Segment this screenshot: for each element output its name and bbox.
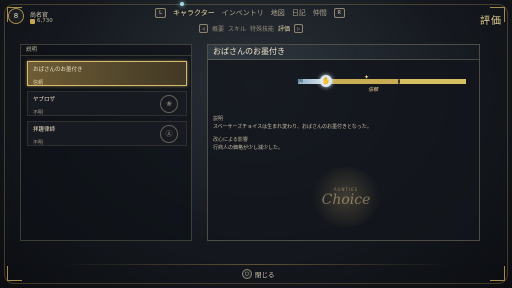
close-label: 閉じる — [255, 271, 275, 279]
hand-marker-icon: ✋ — [320, 75, 332, 87]
l-button-icon[interactable]: L — [155, 8, 166, 18]
reputation-list-panel: 説明 おばさんのお墨付き 信頼 ヤブロザ 不明 ❀ 拝趣律師 不明 Ⓐ — [20, 44, 192, 241]
description-block: 説明 スベーサーズチョイスは生まれ変わり、おばさんのお墨付きとなった。 改心によ… — [213, 115, 473, 151]
item-title: 拝趣律師 — [33, 127, 56, 133]
desc-label: 説明 — [213, 116, 224, 122]
sparkle-icon: ✦ — [364, 74, 370, 81]
tab-character[interactable]: キャラクター — [173, 8, 215, 18]
divider — [60, 264, 452, 265]
gold-amount: 6,730 — [37, 18, 53, 24]
item-status: 不明 — [33, 110, 44, 116]
subtab-special[interactable]: 特殊技能 — [250, 24, 274, 33]
page-title: 評価 — [480, 16, 502, 27]
effect-label: 改心による影響 — [213, 137, 248, 143]
corner-ornament — [490, 266, 505, 281]
list-item[interactable]: ヤブロザ 不明 ❀ — [27, 91, 187, 116]
top-tab-bar: L キャラクター インベントリ 地図 日記 仲間 R — [155, 7, 345, 19]
desc-text: スベーサーズチョイスは生まれ変わり、おばさんのお墨付きとなった。 — [213, 124, 372, 130]
item-title: おばさんのお墨付き — [33, 67, 83, 73]
trust-segment-mid — [328, 79, 398, 84]
notification-dot-icon — [180, 2, 184, 6]
player-level-badge: 8 — [8, 8, 24, 24]
sub-tab-bar: ◁ 概要 スキル 特殊技能 評価 ▷ — [199, 24, 304, 33]
tab-companions[interactable]: 仲間 — [313, 8, 327, 18]
player-gold: 6,730 — [30, 18, 53, 24]
sub-next-icon[interactable]: ▷ — [294, 24, 304, 33]
item-status: 不明 — [33, 140, 44, 146]
tab-journal[interactable]: 日記 — [292, 8, 306, 18]
item-status: 信頼 — [33, 80, 44, 86]
list-item[interactable]: おばさんのお墨付き 信頼 — [27, 61, 187, 86]
watermark-big: Choice — [321, 191, 371, 208]
tab-inventory[interactable]: インベントリ — [222, 8, 264, 18]
tab-map[interactable]: 地図 — [271, 8, 285, 18]
trust-left-label: 無知 — [295, 78, 303, 83]
close-button[interactable]: ○ 閉じる — [242, 269, 275, 279]
list-header: 説明 — [21, 45, 191, 56]
reputation-detail-panel: おばさんのお墨付き 無知 ✋ ✦ 信頼 説明 スベーサーズチョイスは生まれ変わり… — [207, 44, 480, 241]
circle-button-icon: ○ — [242, 269, 252, 279]
trust-meter: 無知 ✋ ✦ 信頼 — [295, 74, 468, 93]
subtab-skills[interactable]: スキル — [228, 24, 246, 33]
trust-segment-trust — [400, 79, 466, 84]
a-emblem-icon: Ⓐ — [160, 125, 178, 143]
list-item[interactable]: 拝趣律師 不明 Ⓐ — [27, 121, 187, 146]
rose-emblem-icon: ❀ — [160, 95, 178, 113]
coin-icon — [30, 18, 35, 24]
r-button-icon[interactable]: R — [333, 8, 345, 18]
detail-title: おばさんのお墨付き — [208, 45, 479, 60]
subtab-reputation[interactable]: 評価 — [278, 24, 290, 33]
sub-prev-icon[interactable]: ◁ — [199, 24, 208, 33]
corner-ornament — [7, 266, 22, 281]
item-title: ヤブロザ — [33, 97, 56, 103]
trust-level-label: 信頼 — [368, 87, 379, 93]
subtab-overview[interactable]: 概要 — [212, 24, 224, 33]
shop-logo-watermark: AUNTIES Choice — [312, 167, 380, 227]
effect-text: 行商人の価格が少し減少した。 — [213, 145, 284, 151]
